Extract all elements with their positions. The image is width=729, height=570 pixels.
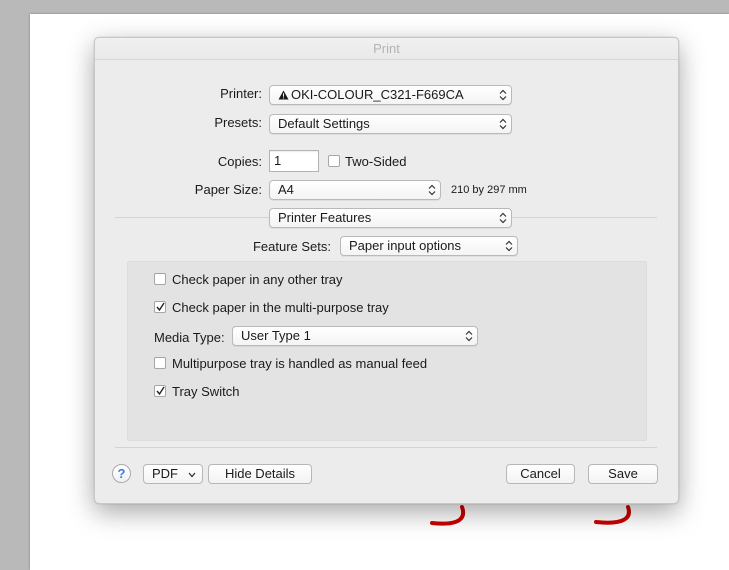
up-down-chevron-icon xyxy=(499,89,507,101)
feature-sets-popup[interactable]: Paper input options xyxy=(340,236,518,256)
section-value: Printer Features xyxy=(278,210,372,225)
hide-details-button[interactable]: Hide Details xyxy=(208,464,312,484)
check-other-tray-label: Check paper in any other tray xyxy=(172,272,343,287)
presets-label: Presets: xyxy=(214,115,262,130)
up-down-chevron-icon xyxy=(428,184,436,196)
footer-divider xyxy=(115,447,657,448)
red-ink-mark-right xyxy=(594,505,631,525)
save-button[interactable]: Save xyxy=(588,464,658,484)
section-popup[interactable]: Printer Features xyxy=(269,208,512,228)
dialog-title: Print xyxy=(95,38,678,60)
presets-popup[interactable]: Default Settings xyxy=(269,114,512,134)
print-dialog: Print Printer: OKI-COLOUR_C321-F669CA Pr… xyxy=(94,37,679,504)
red-ink-mark-left xyxy=(430,505,466,526)
tray-switch-checkbox[interactable] xyxy=(154,385,166,397)
up-down-chevron-icon xyxy=(505,240,513,252)
up-down-chevron-icon xyxy=(499,118,507,130)
copies-field[interactable]: 1 xyxy=(269,150,319,172)
media-type-popup[interactable]: User Type 1 xyxy=(232,326,478,346)
chevron-down-icon xyxy=(188,472,196,478)
up-down-chevron-icon xyxy=(499,212,507,224)
check-multipurpose-label: Check paper in the multi-purpose tray xyxy=(172,300,389,315)
checkmark-icon xyxy=(156,302,165,312)
feature-options-panel xyxy=(127,261,647,441)
paper-dimensions: 210 by 297 mm xyxy=(451,184,527,196)
two-sided-checkbox[interactable] xyxy=(328,155,340,167)
check-other-tray-checkbox[interactable] xyxy=(154,273,166,285)
media-type-value: User Type 1 xyxy=(241,328,311,343)
pdf-label: PDF xyxy=(152,466,178,481)
copies-label: Copies: xyxy=(217,154,262,169)
presets-value: Default Settings xyxy=(278,116,370,131)
printer-label: Printer: xyxy=(220,86,262,101)
manual-feed-checkbox[interactable] xyxy=(154,357,166,369)
warning-icon xyxy=(278,90,289,100)
up-down-chevron-icon xyxy=(465,330,473,342)
paper-size-popup[interactable]: A4 xyxy=(269,180,441,200)
paper-size-value: A4 xyxy=(278,182,294,197)
manual-feed-label: Multipurpose tray is handled as manual f… xyxy=(172,356,428,371)
cancel-button[interactable]: Cancel xyxy=(506,464,575,484)
help-button[interactable]: ? xyxy=(112,464,131,483)
pdf-menu-button[interactable]: PDF xyxy=(143,464,203,484)
check-multipurpose-checkbox[interactable] xyxy=(154,301,166,313)
media-type-label: Media Type: xyxy=(154,330,225,345)
tray-switch-label: Tray Switch xyxy=(172,384,240,399)
printer-value: OKI-COLOUR_C321-F669CA xyxy=(291,87,464,102)
printer-popup[interactable]: OKI-COLOUR_C321-F669CA xyxy=(269,85,512,105)
two-sided-label: Two-Sided xyxy=(345,154,407,169)
feature-sets-label: Feature Sets: xyxy=(252,239,331,254)
checkmark-icon xyxy=(156,386,165,396)
feature-sets-value: Paper input options xyxy=(349,238,462,253)
paper-size-label: Paper Size: xyxy=(194,182,262,197)
